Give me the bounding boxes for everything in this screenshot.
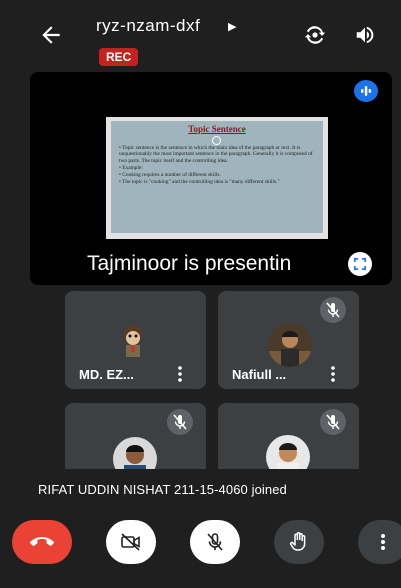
- participant-name: Nafiull ...: [232, 367, 287, 382]
- presenter-caption: Tajminoor is presentin: [87, 252, 292, 275]
- avatar: [268, 323, 312, 367]
- participant-tile[interactable]: Nafiull ...: [218, 291, 359, 389]
- participant-tile[interactable]: [65, 403, 206, 469]
- slide-title: Topic Sentence: [188, 124, 246, 134]
- mic-off-icon: [167, 409, 193, 435]
- top-bar: ryz-nzam-dxf ▶ REC: [0, 0, 401, 72]
- raise-hand-icon: [290, 532, 306, 551]
- slide-body: • Topic sentence is the sentence in whic…: [119, 145, 319, 187]
- meeting-code[interactable]: ryz-nzam-dxf: [96, 16, 200, 36]
- end-call-icon: [30, 537, 54, 546]
- camera-off-icon: [121, 533, 140, 551]
- participant-tile[interactable]: MD. EZ...: [65, 291, 206, 389]
- back-arrow-icon[interactable]: [38, 22, 64, 48]
- slide-bullet: • Cooking requires a number of different…: [119, 172, 221, 179]
- slide-bullet: • Topic sentence is the sentence in whic…: [119, 145, 313, 164]
- camera-toggle-button[interactable]: [106, 520, 156, 564]
- mic-off-icon: [320, 297, 346, 323]
- participant-tile[interactable]: [218, 403, 359, 469]
- participant-name: MD. EZ...: [79, 367, 134, 382]
- slide-bullet: • Example:: [119, 164, 143, 171]
- slide-bullet: • The topic is "cooking" and the control…: [119, 179, 280, 186]
- mic-off-icon: [207, 533, 223, 551]
- avatar: [113, 321, 153, 361]
- audio-level-icon: [354, 80, 378, 102]
- fullscreen-button[interactable]: [348, 252, 372, 276]
- more-options-button[interactable]: [358, 520, 401, 564]
- end-call-button[interactable]: [12, 520, 72, 564]
- slide-content: Topic Sentence • Topic sentence is the s…: [111, 121, 323, 233]
- fullscreen-icon: [354, 258, 366, 270]
- shared-slide: Topic Sentence • Topic sentence is the s…: [106, 117, 328, 239]
- avatar: [113, 437, 157, 469]
- caret-right-icon[interactable]: ▶: [228, 20, 236, 33]
- presentation-stage[interactable]: Topic Sentence • Topic sentence is the s…: [30, 72, 392, 285]
- flip-camera-icon[interactable]: [302, 22, 328, 48]
- recording-badge: REC: [99, 48, 139, 66]
- speaker-icon[interactable]: [354, 24, 376, 46]
- mic-off-icon: [320, 409, 346, 435]
- mic-toggle-button[interactable]: [190, 520, 240, 564]
- more-vert-icon[interactable]: [175, 365, 185, 383]
- join-notification: RIFAT UDDIN NISHAT 211-15-4060 joined: [38, 482, 287, 497]
- raise-hand-button[interactable]: [274, 520, 324, 564]
- more-vert-icon[interactable]: [328, 365, 338, 383]
- slide-circle-mark: [212, 136, 221, 145]
- more-options-icon: [381, 534, 385, 550]
- avatar: [266, 435, 310, 469]
